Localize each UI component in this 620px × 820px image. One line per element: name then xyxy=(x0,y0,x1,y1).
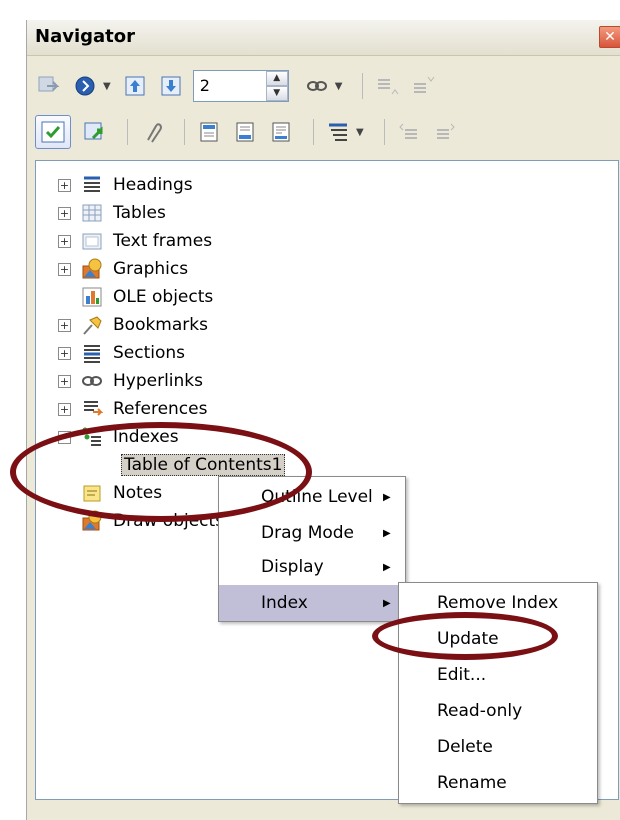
tree-item-text-frames[interactable]: + Text frames xyxy=(58,227,212,255)
toolbar-separator xyxy=(362,73,364,99)
chevron-down-icon[interactable]: ▼ xyxy=(335,81,343,92)
annotation-ellipse-indexes xyxy=(10,422,312,522)
submenu-arrow-icon: ▶ xyxy=(383,491,391,503)
chevron-down-icon[interactable]: ▼ xyxy=(103,81,111,92)
expand-icon[interactable]: + xyxy=(58,178,71,192)
tree-item-label: Bookmarks xyxy=(113,315,208,335)
menu-item-index[interactable]: Index ▶ xyxy=(219,585,405,621)
tree-item-headings[interactable]: + Headings xyxy=(58,171,193,199)
tree-item-label: Text frames xyxy=(113,231,213,251)
spin-down-icon[interactable]: ▼ xyxy=(265,86,288,101)
heading-levels-icon[interactable] xyxy=(324,118,352,146)
content-view-icon[interactable] xyxy=(81,118,109,146)
tree-item-tables[interactable]: + Tables xyxy=(58,199,166,227)
expand-icon[interactable]: + xyxy=(58,234,71,248)
menu-item-label: Delete xyxy=(437,737,493,757)
menu-item-edit[interactable]: Edit... xyxy=(399,657,597,693)
menu-item-delete[interactable]: Delete xyxy=(399,729,597,765)
window-title: Navigator xyxy=(35,26,135,47)
tree-item-label: Graphics xyxy=(113,259,189,279)
expand-icon[interactable]: + xyxy=(58,346,71,360)
heading-level-value[interactable]: 2 xyxy=(194,71,266,101)
references-icon xyxy=(81,398,105,420)
expand-icon[interactable]: + xyxy=(58,374,71,388)
promote-level-icon[interactable] xyxy=(373,72,401,100)
expand-icon[interactable]: + xyxy=(58,262,71,276)
tree-item-label: Sections xyxy=(113,343,186,363)
tree-item-label: Tables xyxy=(113,203,166,223)
expand-icon[interactable]: + xyxy=(58,318,71,332)
heading-level-stepper[interactable]: 2 ▲ ▼ xyxy=(192,70,289,102)
promote-chapter-icon[interactable] xyxy=(121,72,149,100)
submenu-arrow-icon: ▶ xyxy=(383,561,391,573)
chevron-down-icon[interactable]: ▼ xyxy=(356,127,364,138)
menu-item-drag-mode[interactable]: Drag Mode ▶ xyxy=(219,515,405,551)
demote-icon[interactable] xyxy=(431,118,459,146)
tree-item-references[interactable]: + References xyxy=(58,395,207,423)
headings-icon xyxy=(81,174,105,196)
footer-icon[interactable] xyxy=(231,118,259,146)
ole-objects-icon xyxy=(81,286,105,308)
next-icon[interactable] xyxy=(71,72,99,100)
demote-chapter-icon[interactable] xyxy=(157,72,185,100)
anchor-endnote-icon[interactable] xyxy=(267,118,295,146)
submenu-arrow-icon: ▶ xyxy=(383,527,391,539)
tree-item-hyperlinks[interactable]: + Hyperlinks xyxy=(58,367,203,395)
menu-item-label: Index xyxy=(261,593,308,613)
close-icon: ✕ xyxy=(604,29,616,45)
reminder-icon[interactable] xyxy=(138,118,166,146)
graphics-icon xyxy=(81,258,105,280)
tree-item-label: Headings xyxy=(113,175,193,195)
tree-item-label: References xyxy=(113,399,208,419)
menu-item-label: Display xyxy=(261,557,324,577)
menu-item-label: Drag Mode xyxy=(261,523,355,543)
promote-icon[interactable] xyxy=(395,118,423,146)
spin-up-icon[interactable]: ▲ xyxy=(265,71,288,86)
demote-level-icon[interactable] xyxy=(409,72,437,100)
annotation-ellipse-update xyxy=(372,612,558,660)
navigation-icon[interactable] xyxy=(35,72,63,100)
text-frames-icon xyxy=(81,230,105,252)
sections-icon xyxy=(81,342,105,364)
list-box-icon[interactable] xyxy=(35,115,71,149)
header-icon[interactable] xyxy=(195,118,223,146)
toolbar-separator xyxy=(127,119,128,145)
tree-item-label: OLE objects xyxy=(113,287,214,307)
menu-item-label: Remove Index xyxy=(437,593,559,613)
menu-item-rename[interactable]: Rename xyxy=(399,765,597,801)
expand-icon[interactable]: + xyxy=(58,402,71,416)
menu-item-label: Rename xyxy=(437,773,507,793)
close-button[interactable]: ✕ xyxy=(599,26,620,48)
hyperlinks-icon xyxy=(81,370,105,392)
tree-item-bookmarks[interactable]: + Bookmarks xyxy=(58,311,208,339)
toolbar-row-2: ▼ xyxy=(35,112,467,152)
bookmarks-icon xyxy=(81,314,105,336)
title-bar[interactable]: Navigator ✕ xyxy=(27,20,620,56)
tree-item-sections[interactable]: + Sections xyxy=(58,339,185,367)
menu-item-label: Edit... xyxy=(437,665,487,685)
menu-item-display[interactable]: Display ▶ xyxy=(219,549,405,585)
toolbar-separator xyxy=(313,119,314,145)
expand-icon[interactable]: + xyxy=(58,206,71,220)
menu-item-label: Read-only xyxy=(437,701,523,721)
tables-icon xyxy=(81,202,105,224)
toolbar-separator xyxy=(184,119,185,145)
toolbar-separator xyxy=(383,119,385,145)
menu-item-read-only[interactable]: Read-only xyxy=(399,693,597,729)
toolbar-row-1: ▼ 2 ▲ ▼ ▼ xyxy=(35,66,445,106)
hyperlink-icon[interactable] xyxy=(303,72,331,100)
tree-item-ole-objects[interactable]: OLE objects xyxy=(81,283,213,311)
tree-item-label: Hyperlinks xyxy=(113,371,204,391)
tree-item-graphics[interactable]: + Graphics xyxy=(58,255,188,283)
